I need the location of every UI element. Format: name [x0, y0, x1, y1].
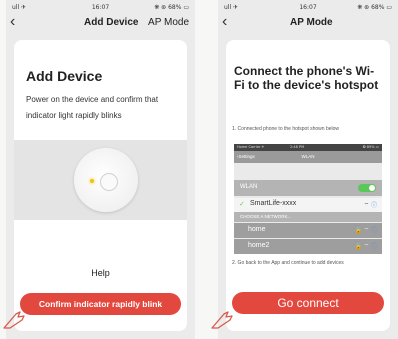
- illustration-title: WLAN: [301, 154, 315, 159]
- network-name: home2: [248, 242, 270, 249]
- lock-icon: 🔒: [354, 228, 362, 234]
- lock-icon: 🔒: [354, 244, 362, 250]
- device-power-button: [100, 173, 118, 191]
- ap-mode-screen: ull ✈ 16:07 ❋ ⊛ 68% ▭ ‹ AP Mode Connect …: [218, 0, 398, 339]
- network-name: home: [248, 226, 266, 233]
- add-device-card: Add Device Power on the device and confi…: [14, 40, 187, 331]
- wifi-info-icons: ⌔ ⓘ: [364, 200, 377, 209]
- card-title: Connect the phone's Wi-Fi to the device'…: [234, 64, 379, 92]
- wlan-row: WLAN: [234, 180, 382, 196]
- illustration-status-bar: Home Carrier ✈ 2:48 PM ✪ 89% ▭: [234, 144, 382, 151]
- step-two-text: 2. Go back to the App and continue to ad…: [232, 260, 344, 266]
- illustration-battery: ✪ 89% ▭: [362, 145, 379, 149]
- back-arrow-icon[interactable]: ‹: [10, 13, 15, 31]
- network-name: SmartLife-xxxx: [250, 200, 297, 207]
- help-link[interactable]: Help: [14, 268, 187, 278]
- info-icon: ⓘ: [370, 244, 377, 250]
- page-title: AP Mode: [290, 17, 333, 28]
- add-device-screen: ull ✈ 16:07 ❋ ⊛ 68% ▭ ‹ Add Device AP Mo…: [6, 0, 195, 339]
- network-icons: 🔒 ⌔ ⓘ: [355, 225, 377, 234]
- wifi-icon: ⌔: [363, 203, 370, 209]
- checkmark-icon: ✓: [239, 201, 245, 208]
- choose-network-label: CHOOSE A NETWORK...: [234, 212, 382, 222]
- device-illustration: [14, 140, 187, 220]
- nav-bar: ‹ Add Device AP Mode: [6, 12, 195, 34]
- wifi-icon: ⌔: [363, 244, 370, 250]
- wifi-icon: ⌔: [363, 228, 370, 234]
- nav-bar: ‹ AP Mode: [218, 12, 398, 34]
- wifi-settings-illustration: Home Carrier ✈ 2:48 PM ✪ 89% ▭ ‹Settings…: [234, 144, 382, 254]
- pointer-hand-icon: [3, 311, 25, 329]
- ap-mode-link[interactable]: AP Mode: [148, 17, 189, 28]
- confirm-blink-button[interactable]: Confirm indicator rapidly blink: [20, 293, 181, 315]
- back-arrow-icon[interactable]: ‹: [222, 13, 227, 31]
- network-row: home2 🔒 ⌔ ⓘ: [234, 239, 382, 254]
- battery-indicator: ❋ ⊛ 68% ▭: [154, 4, 189, 11]
- instruction-text: Power on the device and confirm that ind…: [26, 95, 159, 120]
- illustration-header: ‹Settings WLAN: [234, 151, 382, 163]
- connected-network-row: ✓ SmartLife-xxxx ⌔ ⓘ: [234, 198, 382, 212]
- indicator-light-icon: [90, 179, 94, 183]
- battery-indicator: ❋ ⊛ 68% ▭: [357, 4, 392, 11]
- info-icon: ⓘ: [370, 203, 377, 209]
- card-title: Add Device: [26, 68, 103, 84]
- info-icon: ⓘ: [370, 228, 377, 234]
- step-one-text: 1. Connected phone to the hotspot shown …: [232, 126, 340, 132]
- wlan-toggle: [358, 184, 376, 192]
- illustration-time: 2:48 PM: [290, 145, 305, 149]
- illustration-carrier: Home Carrier ✈: [237, 145, 265, 149]
- network-icons: 🔒 ⌔ ⓘ: [355, 241, 377, 250]
- wlan-label: WLAN: [240, 184, 258, 190]
- page-title: Add Device: [84, 17, 139, 28]
- ap-mode-card: Connect the phone's Wi-Fi to the device'…: [226, 40, 390, 331]
- go-connect-button[interactable]: Go connect: [232, 292, 384, 314]
- pointer-hand-icon: [211, 311, 233, 329]
- network-row: home 🔒 ⌔ ⓘ: [234, 223, 382, 238]
